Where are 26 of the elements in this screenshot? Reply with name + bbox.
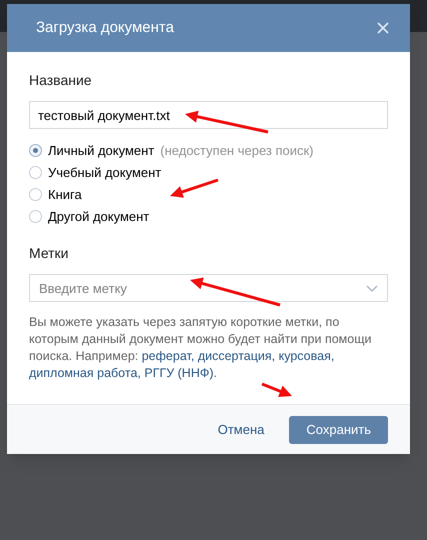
example-link[interactable]: реферат, xyxy=(142,349,194,363)
example-link[interactable]: диссертация, xyxy=(198,349,276,363)
radio-label[interactable]: Другой документ xyxy=(48,206,150,226)
example-link[interactable]: курсовая, xyxy=(278,349,334,363)
save-button[interactable]: Сохранить xyxy=(289,416,388,444)
annotation-arrow xyxy=(261,382,292,397)
example-link[interactable]: РГГУ (ННФ) xyxy=(144,366,214,380)
annotation-arrow xyxy=(170,178,218,198)
radio-label[interactable]: Книга xyxy=(48,184,82,204)
radio-label[interactable]: Личный документ xyxy=(48,140,154,160)
radio-button[interactable] xyxy=(29,188,42,201)
chevron-down-icon xyxy=(366,285,378,292)
example-link[interactable]: дипломная работа, xyxy=(29,366,141,380)
cancel-button[interactable]: Отмена xyxy=(218,414,264,446)
radio-button[interactable] xyxy=(29,166,42,179)
name-field[interactable]: тестовый документ.txt xyxy=(29,101,388,129)
radio-note: (недоступен через поиск) xyxy=(160,142,314,160)
tags-dropdown[interactable]: Введите метку xyxy=(29,274,388,302)
help-text: Вы можете указать через запятую короткие метки, по которым данный документ можно будет найти при помощи поиска. Например: реферат, диссертация, курсовая, дипломная работа, РГГУ (ННФ). xyxy=(29,314,372,382)
radio-button[interactable] xyxy=(29,210,42,223)
dialog-title: Загрузка документа xyxy=(36,18,174,38)
field-label: Название xyxy=(29,71,92,90)
field-label: Метки xyxy=(29,244,68,263)
radio-label[interactable]: Учебный документ xyxy=(48,162,162,182)
radio-button[interactable] xyxy=(29,144,42,157)
close-icon[interactable] xyxy=(376,21,390,35)
